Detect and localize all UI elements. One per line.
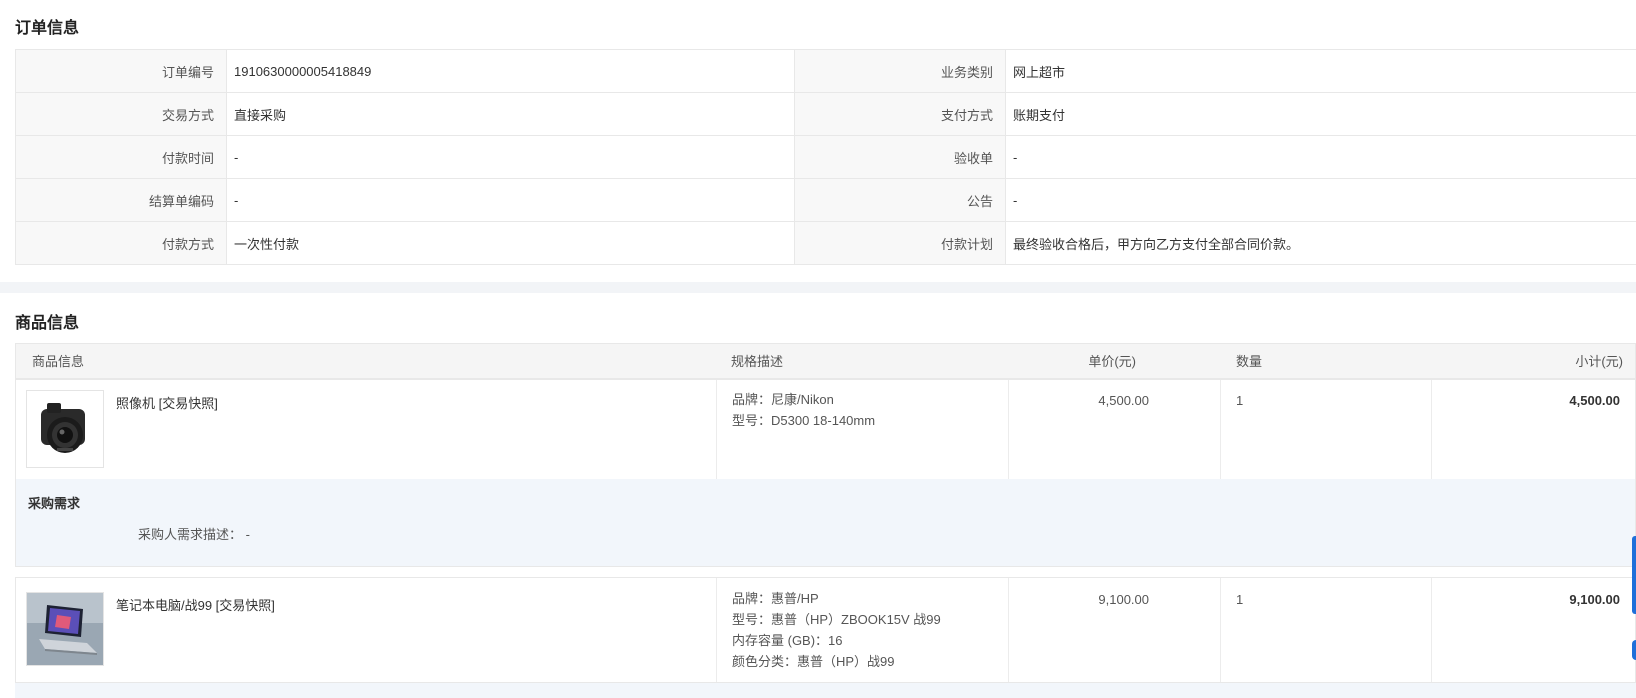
- payment-time-value: -: [226, 135, 795, 179]
- requirement-line: 采购人需求描述： -: [138, 524, 250, 543]
- trade-method-value: 直接采购: [226, 92, 795, 136]
- payment-time-label: 付款时间: [15, 135, 227, 179]
- product-info-title: 商品信息: [15, 315, 80, 332]
- product-table-header: 商品信息 规格描述 单价(元) 数量 小计(元): [15, 343, 1636, 379]
- acceptance-value: -: [1005, 135, 1636, 179]
- spec-line: 品牌：尼康/Nikon: [732, 392, 834, 407]
- unit-price: 9,100.00: [1098, 592, 1149, 607]
- payment-type-label: 支付方式: [794, 92, 1006, 136]
- acceptance-label: 验收单: [794, 135, 1006, 179]
- order-info-row: 付款方式 一次性付款 付款计划 最终验收合格后，甲方向乙方支付全部合同价款。: [15, 221, 1636, 265]
- product-name-link[interactable]: 笔记本电脑/战99 [交易快照]: [116, 595, 275, 614]
- header-spec: 规格描述: [731, 354, 784, 369]
- quantity: 1: [1236, 592, 1244, 607]
- payment-plan-value: 最终验收合格后，甲方向乙方支付全部合同价款。: [1005, 221, 1636, 265]
- product-name-link[interactable]: 照像机 [交易快照]: [116, 393, 218, 412]
- order-number-label: 订单编号: [15, 49, 227, 93]
- floating-side-tab[interactable]: [1632, 536, 1636, 614]
- product-row: 照像机 [交易快照] 品牌：尼康/Nikon 型号：D5300 18-140mm…: [15, 379, 1636, 480]
- camera-image-icon: [41, 403, 85, 453]
- spec-line: 品牌：惠普/HP: [732, 591, 819, 606]
- order-info-row: 付款时间 - 验收单 -: [15, 135, 1636, 179]
- purchase-requirement-box: 采购需求 采购人需求描述： -: [15, 479, 1636, 567]
- order-info-row: 订单编号 1910630000005418849 业务类别 网上超市: [15, 49, 1636, 93]
- settlement-code-value: -: [226, 178, 795, 222]
- camera-thumbnail[interactable]: [26, 390, 104, 468]
- floating-side-button[interactable]: [1632, 640, 1636, 660]
- business-type-label: 业务类别: [794, 49, 1006, 93]
- settlement-code-label: 结算单编码: [15, 178, 227, 222]
- order-info-row: 结算单编码 - 公告 -: [15, 178, 1636, 222]
- order-number-value: 1910630000005418849: [226, 49, 795, 93]
- laptop-thumbnail[interactable]: [26, 592, 104, 666]
- product-row: 笔记本电脑/战99 [交易快照] 品牌：惠普/HP 型号：惠普（HP）ZBOOK…: [15, 577, 1636, 683]
- spec-line: 型号：D5300 18-140mm: [732, 413, 876, 428]
- next-requirement-strip: [15, 683, 1636, 698]
- header-qty: 数量: [1236, 354, 1263, 369]
- order-info-title: 订单信息: [15, 20, 80, 37]
- payment-method-label: 付款方式: [15, 221, 227, 265]
- announcement-label: 公告: [794, 178, 1006, 222]
- requirement-title: 采购需求: [28, 496, 81, 511]
- payment-type-value: 账期支付: [1005, 92, 1636, 136]
- spec-line: 内存容量 (GB)：16: [732, 633, 843, 648]
- requirement-label: 采购人需求描述：: [138, 527, 243, 542]
- order-info-row: 交易方式 直接采购 支付方式 账期支付: [15, 92, 1636, 136]
- header-subtotal: 小计(元): [1575, 354, 1623, 369]
- quantity: 1: [1236, 393, 1244, 408]
- product-spec: 品牌：尼康/Nikon 型号：D5300 18-140mm: [732, 389, 875, 431]
- business-type-value: 网上超市: [1005, 49, 1636, 93]
- payment-plan-label: 付款计划: [794, 221, 1006, 265]
- spec-line: 颜色分类：惠普（HP）战99: [732, 654, 895, 669]
- trade-method-label: 交易方式: [15, 92, 227, 136]
- subtotal: 4,500.00: [1569, 393, 1620, 408]
- spec-line: 型号：惠普（HP）ZBOOK15V 战99: [732, 612, 941, 627]
- section-divider: [0, 282, 1636, 293]
- header-price: 单价(元): [1088, 354, 1136, 369]
- requirement-value: -: [245, 527, 250, 542]
- header-product-info: 商品信息: [32, 354, 85, 369]
- product-spec: 品牌：惠普/HP 型号：惠普（HP）ZBOOK15V 战99 内存容量 (GB)…: [732, 588, 941, 672]
- announcement-value: -: [1005, 178, 1636, 222]
- unit-price: 4,500.00: [1098, 393, 1149, 408]
- payment-method-value: 一次性付款: [226, 221, 795, 265]
- subtotal: 9,100.00: [1569, 592, 1620, 607]
- laptop-image-icon: [27, 593, 103, 665]
- order-info-table: 订单编号 1910630000005418849 业务类别 网上超市 交易方式 …: [15, 49, 1636, 265]
